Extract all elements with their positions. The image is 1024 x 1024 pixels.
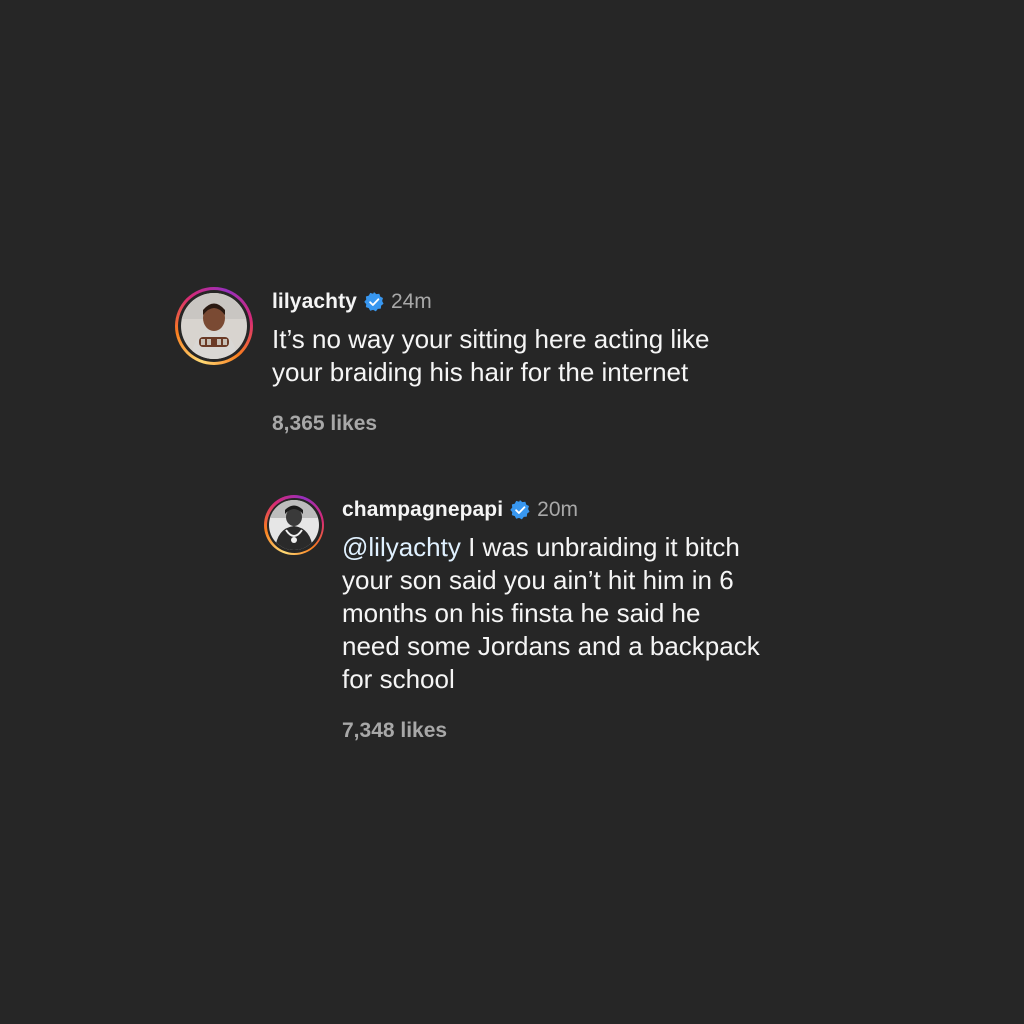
verified-badge-icon — [510, 500, 530, 520]
comment-text-line: It’s no way your sitting here acting lik… — [272, 324, 710, 354]
comment-text: It’s no way your sitting here acting lik… — [272, 323, 709, 389]
comment-likes-count[interactable]: 8,365 likes — [272, 412, 709, 436]
reply-text-line: @lilyachty I was unbraiding it bitch — [342, 531, 760, 564]
avatar — [269, 500, 319, 550]
avatar — [181, 293, 247, 359]
reply-text-line: need some Jordans and a backpack — [342, 631, 760, 661]
reply-text-line: your son said you ain’t hit him in 6 — [342, 565, 734, 595]
comment-header: lilyachty 24m — [272, 287, 709, 317]
comment-timestamp: 24m — [390, 290, 432, 313]
avatar-gap — [178, 290, 250, 362]
avatar-gap — [266, 497, 322, 553]
reply-text-line: months on his finsta he said he — [342, 598, 701, 628]
reply-timestamp: 20m — [537, 498, 579, 521]
reply-header: champagnepapi 20m — [342, 495, 760, 525]
comment-username[interactable]: lilyachty — [272, 290, 357, 314]
reply-text-line: for school — [342, 664, 455, 694]
user-avatar-story-ring[interactable] — [264, 495, 324, 555]
mention-link[interactable]: @lilyachty — [342, 532, 461, 562]
reply-username[interactable]: champagnepapi — [342, 498, 503, 522]
comment-thread: lilyachty 24m It’s no way your sitting h… — [0, 0, 1024, 1024]
reply-likes-count[interactable]: 7,348 likes — [342, 719, 760, 743]
verified-badge-icon — [364, 292, 384, 312]
user-avatar-story-ring[interactable] — [175, 287, 253, 365]
comment-text-line: your braiding his hair for the internet — [272, 357, 689, 387]
comment-body: lilyachty 24m It’s no way your sitting h… — [272, 287, 709, 436]
reply-text: @lilyachty I was unbraiding it bitch you… — [342, 531, 760, 696]
reply-text-segment: I was unbraiding it bitch — [460, 532, 740, 562]
reply-body: champagnepapi 20m @lilyachty I was unbra… — [342, 495, 760, 743]
